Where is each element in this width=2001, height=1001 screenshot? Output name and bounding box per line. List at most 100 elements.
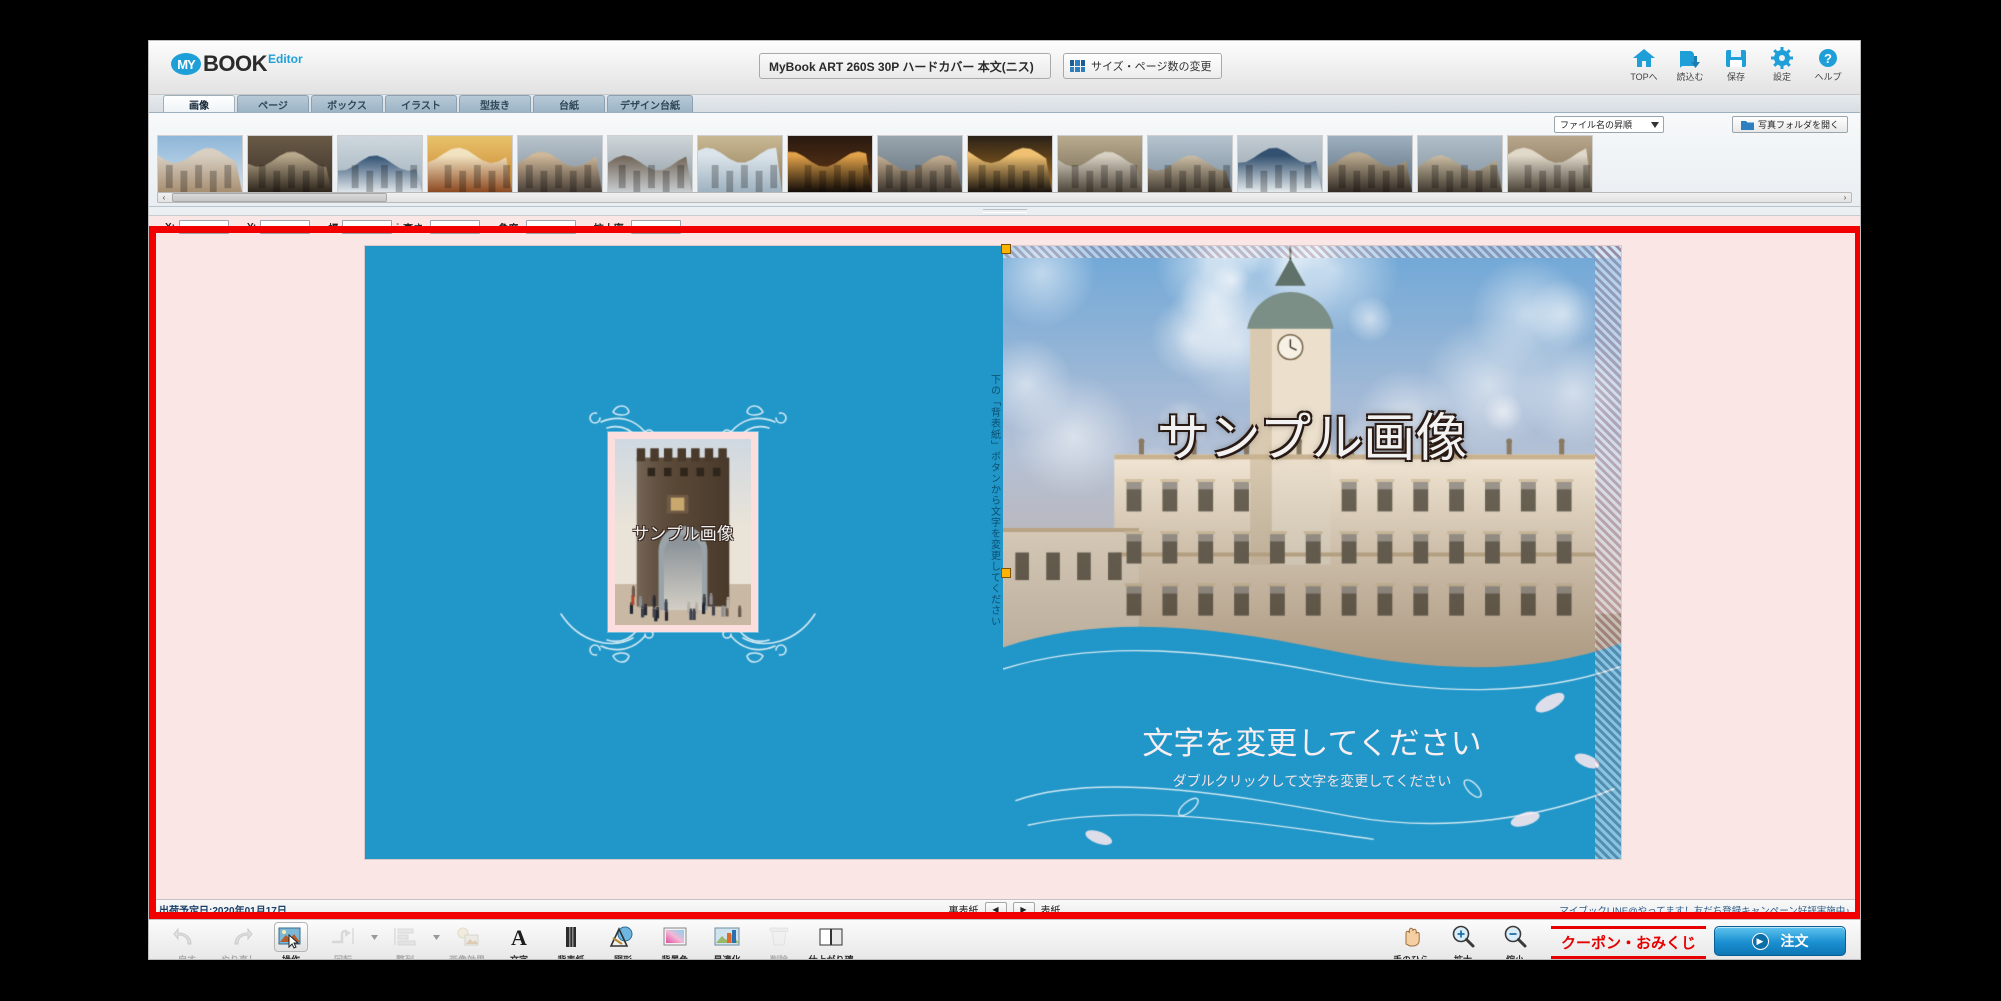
angle-input[interactable] — [526, 220, 576, 234]
thumbnail-image — [1148, 136, 1232, 192]
thumbnail-tower-monument[interactable] — [1327, 135, 1413, 193]
thumbnail-church-facade[interactable] — [157, 135, 243, 193]
thumbnail-night-market[interactable] — [787, 135, 873, 193]
open-photo-folder-button[interactable]: 写真フォルダを開く — [1732, 116, 1848, 133]
front-cover-caption[interactable]: 文字を変更してください — [1142, 718, 1481, 763]
zoom-out-button[interactable]: 縮小 — [1489, 922, 1541, 960]
next-page-button[interactable]: ▶ — [1013, 902, 1035, 917]
tool-undo-arrow: 戻す — [161, 922, 213, 960]
tool-background-color[interactable]: 背景色 — [649, 922, 701, 960]
back-photo-watermark: サンプル画像 — [632, 520, 734, 545]
tab-0[interactable]: 画像 — [163, 95, 235, 112]
trash-icon — [762, 922, 796, 952]
x-input[interactable] — [179, 220, 229, 234]
tool-spine-book[interactable]: 背表紙 — [545, 922, 597, 960]
tab-1[interactable]: ページ — [237, 95, 309, 112]
folder-icon — [1741, 120, 1754, 130]
thumbnail-airplane-tarmac[interactable] — [337, 135, 423, 193]
tool-text-a[interactable]: A 文字 — [493, 922, 545, 960]
thumbnail-street-scene[interactable] — [517, 135, 603, 193]
undo-arrow-icon — [170, 922, 204, 952]
panel-splitter[interactable] — [149, 207, 1860, 216]
tab-5[interactable]: 台紙 — [533, 95, 605, 112]
tab-3[interactable]: イラスト — [385, 95, 457, 112]
book-load-icon — [1677, 47, 1703, 69]
tool-pointer-photo[interactable]: 操作 — [265, 922, 317, 960]
product-title-text: MyBook ART 260S 30P ハードカバー 本文(ニス) — [769, 58, 1034, 75]
tool-trash: 削除 — [753, 922, 805, 960]
degree-symbol: ° — [396, 224, 399, 230]
height-input[interactable] — [430, 220, 480, 234]
rotate-icon — [326, 922, 360, 952]
header-load-button[interactable]: 読込む — [1668, 47, 1712, 83]
tool-preview-book[interactable]: 仕上がり確認 — [805, 922, 857, 960]
book-spread[interactable]: サンプル画像 下の「背表紙」ボタンから文字を変更してください サンプル画像 文字… — [365, 246, 1621, 859]
back-cover-page[interactable]: サンプル画像 — [365, 246, 985, 859]
header-save-label: 保存 — [1727, 70, 1745, 83]
thumbnail-airplane-runway[interactable] — [1237, 135, 1323, 193]
bottom-tool-group: 戻す やり直し 操作 回転 整列 画像効果 A 文字 背表紙 図形 背景色 最適化 削除 仕上がり確認 — [161, 922, 857, 960]
tool-label: 回転 — [334, 953, 352, 960]
scale-input[interactable] — [631, 220, 681, 234]
tool-label: 戻す — [178, 953, 196, 960]
header-save-button[interactable]: 保存 — [1714, 47, 1758, 83]
tool-shape[interactable]: 図形 — [597, 922, 649, 960]
product-title-field[interactable]: MyBook ART 260S 30P ハードカバー 本文(ニス) — [759, 53, 1051, 79]
tool-dropdown-caret[interactable] — [431, 922, 441, 952]
promo-message[interactable]: マイブックLINE@やってます！友だち登録キャンペーン好評実施中♪ — [1559, 903, 1850, 917]
header-top-button[interactable]: TOPへ — [1622, 47, 1666, 83]
hand-tool-label: 手のひら — [1393, 953, 1429, 960]
back-cover-photo-frame[interactable]: サンプル画像 — [608, 432, 758, 632]
redo-arrow-icon — [222, 922, 256, 952]
thumbnail-image — [518, 136, 602, 192]
scroll-right-icon[interactable]: › — [1839, 193, 1851, 202]
tab-4[interactable]: 型抜き — [459, 95, 531, 112]
thumbnail-food-plate[interactable] — [427, 135, 513, 193]
thumbnail-shop-front[interactable] — [1507, 135, 1593, 193]
thumbnail-stone-building[interactable] — [1057, 135, 1143, 193]
tool-label: 文字 — [510, 953, 528, 960]
book-spine[interactable]: 下の「背表紙」ボタンから文字を変更してください — [985, 246, 1003, 859]
thumbnail-list[interactable] — [157, 135, 1852, 193]
thumbnail-hscrollbar[interactable]: ‹ › — [157, 192, 1852, 203]
sort-order-select[interactable]: ファイル名の昇順 chevron-down-icon — [1554, 116, 1664, 133]
thumbnail-plaza-buildings[interactable] — [1417, 135, 1503, 193]
thumbnail-colosseum[interactable] — [697, 135, 783, 193]
header-settings-button[interactable]: 設定 — [1760, 47, 1804, 83]
front-cover-subcaption[interactable]: ダブルクリックして文字を変更してください — [1173, 771, 1452, 791]
tool-optimize[interactable]: 最適化 — [701, 922, 753, 960]
logo-mark-icon: MY — [171, 53, 201, 75]
tab-6[interactable]: デザイン台紙 — [607, 95, 693, 112]
shipping-date-text: 出荷予定日:2020年01月17日 — [159, 902, 287, 917]
scroll-left-icon[interactable]: ‹ — [158, 193, 170, 202]
thumbnail-mosque-night[interactable] — [967, 135, 1053, 193]
header-help-button[interactable]: ? ヘルプ — [1806, 47, 1850, 83]
zoom-out-icon — [1502, 924, 1528, 950]
thumbnail-old-cars-street[interactable] — [877, 135, 963, 193]
hand-tool-button[interactable]: 手のひら — [1385, 922, 1437, 960]
thumbnail-winter-trees[interactable] — [607, 135, 693, 193]
front-cover-page[interactable]: サンプル画像 文字を変更してください ダブルクリックして文字を変更してください — [1003, 246, 1621, 859]
tool-dropdown-caret[interactable] — [369, 922, 379, 952]
order-button[interactable]: ▶ 注文 — [1714, 926, 1846, 956]
play-circle-icon: ▶ — [1752, 933, 1769, 950]
scroll-thumb[interactable] — [172, 193, 387, 202]
thumbnail-image — [158, 136, 242, 192]
zoom-in-button[interactable]: 拡大 — [1437, 922, 1489, 960]
mybook-editor-window: MY BOOK Editor MyBook ART 260S 30P ハードカバ… — [148, 40, 1861, 960]
back-cover-photo[interactable]: サンプル画像 — [615, 439, 751, 625]
y-input[interactable] — [260, 220, 310, 234]
editor-canvas-area[interactable]: X: Y: 幅 ° 高さ: 角度: 拡大率: サンプル画像 下の「背表紙」ボタン… — [149, 216, 1860, 899]
width-input[interactable] — [342, 220, 392, 234]
gear-icon — [1769, 47, 1795, 69]
prev-page-button[interactable]: ◀ — [985, 902, 1007, 917]
thumbnail-town-square[interactable] — [1147, 135, 1233, 193]
tab-2[interactable]: ボックス — [311, 95, 383, 112]
order-button-label: 注文 — [1781, 931, 1809, 951]
tab-label: ページ — [258, 97, 288, 112]
thumbnail-image — [1328, 136, 1412, 192]
coupon-omikuji-button[interactable]: クーポン・おみくじ — [1551, 926, 1706, 959]
app-header: MY BOOK Editor MyBook ART 260S 30P ハードカバ… — [149, 41, 1860, 95]
change-size-pages-button[interactable]: サイズ・ページ数の変更 — [1063, 53, 1222, 79]
thumbnail-stone-gate[interactable] — [247, 135, 333, 193]
